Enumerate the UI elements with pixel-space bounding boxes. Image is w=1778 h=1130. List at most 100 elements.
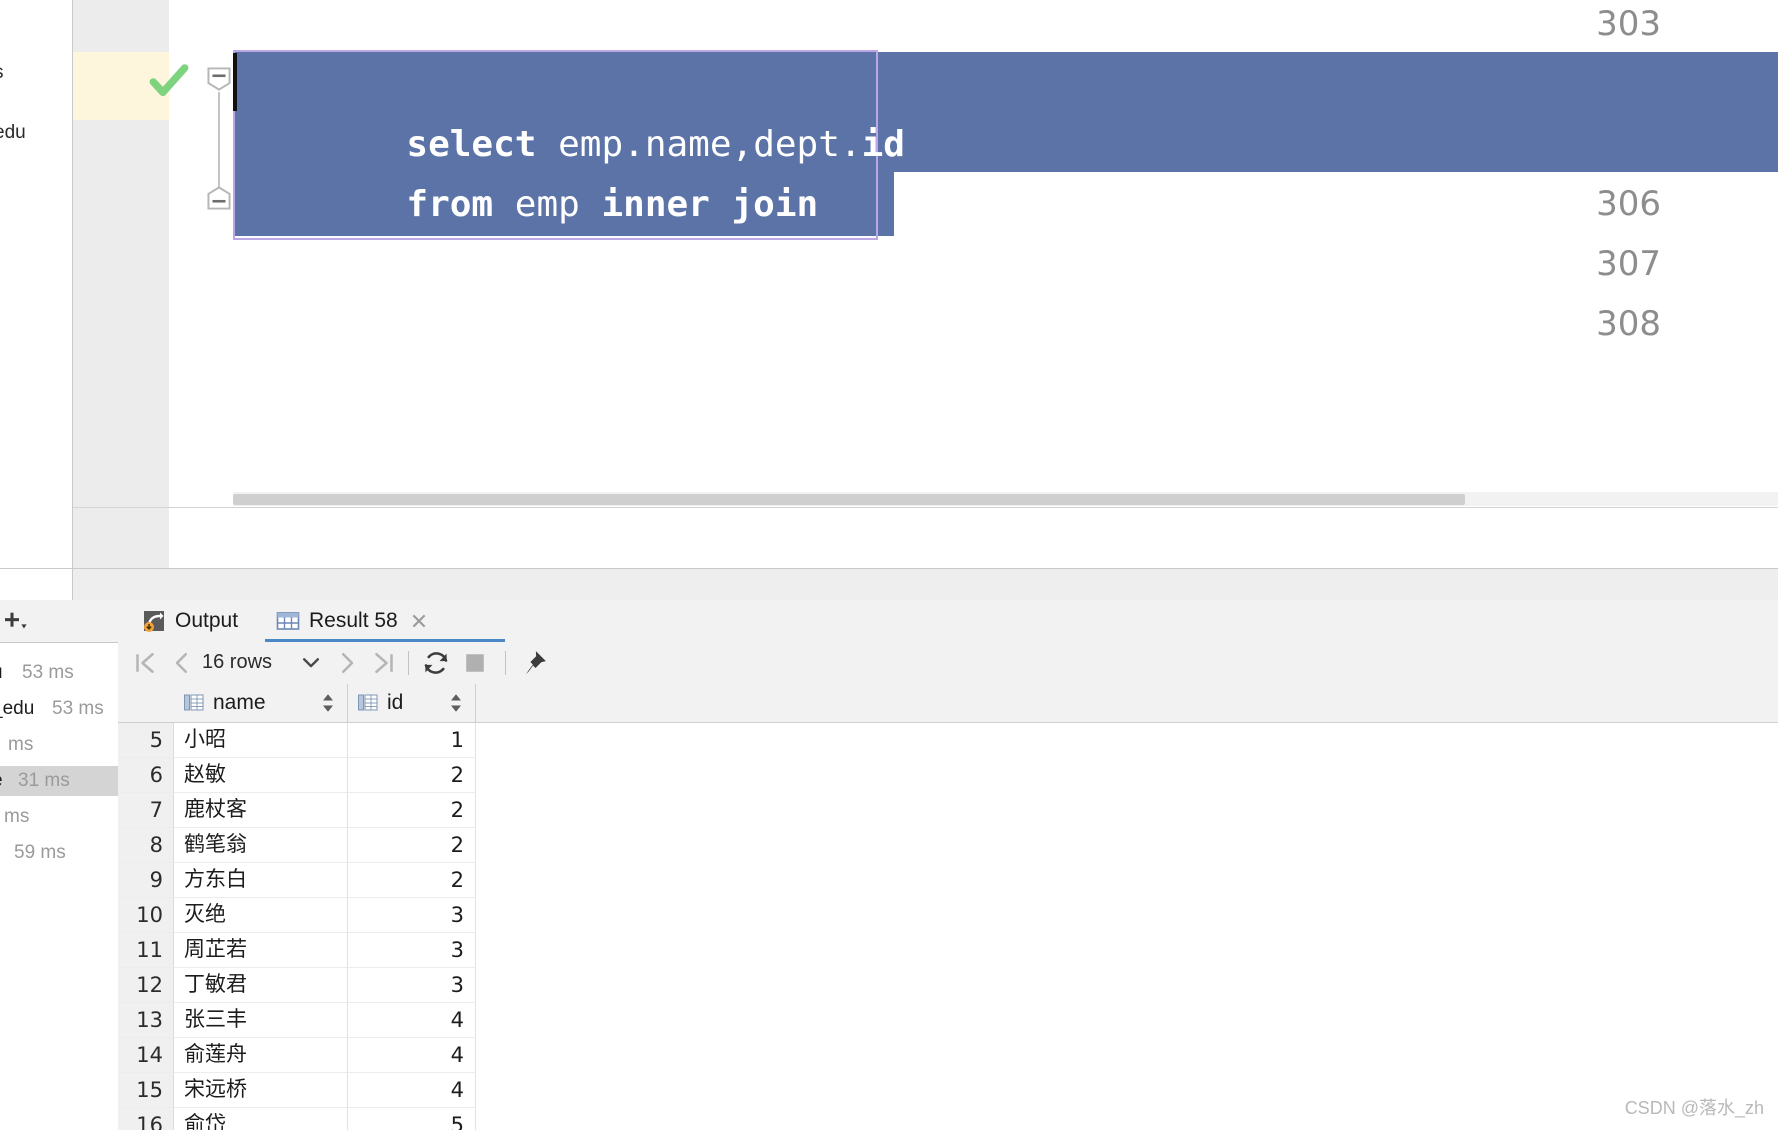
- cell-name[interactable]: 鹤笔翁: [174, 828, 348, 863]
- column-header-name[interactable]: name: [174, 684, 348, 722]
- next-page-icon[interactable]: [332, 648, 362, 678]
- sliver-fragment-1: s: [0, 62, 4, 84]
- close-icon[interactable]: [410, 612, 428, 630]
- toolbar-separator-1: [408, 651, 409, 675]
- row-number: 11: [118, 933, 174, 968]
- pin-icon[interactable]: [519, 648, 549, 678]
- row-number: 14: [118, 1038, 174, 1073]
- sql-identifier-dept: dept: [406, 244, 515, 285]
- result-grid[interactable]: name id 5 小昭 1 6 赵敏 2 7 鹿杖客 2 8 鹤笔翁 2 9 …: [118, 684, 1778, 1130]
- cell-id[interactable]: 2: [348, 828, 476, 863]
- result-grid-toolbar: 16 rows: [118, 642, 1778, 685]
- cell-id[interactable]: 2: [348, 793, 476, 828]
- cell-id[interactable]: 5: [348, 1108, 476, 1130]
- row-number: 13: [118, 1003, 174, 1038]
- history-item-time-5: 59 ms: [14, 842, 66, 863]
- history-item-1[interactable]: _edu 53 ms: [0, 694, 118, 724]
- editor-hscroll-thumb[interactable]: [233, 494, 1465, 505]
- column-icon: [358, 694, 378, 711]
- splitter-left-gap: [0, 569, 73, 600]
- history-item-name-0: u: [0, 662, 3, 684]
- sql-operator-equals: = dept.: [818, 244, 992, 285]
- refresh-icon[interactable]: [421, 648, 451, 678]
- datagrip-sql-console: r s edu 303 304 305 306 307 308: [0, 0, 1778, 1130]
- output-icon: [144, 611, 164, 632]
- history-item-0[interactable]: u 53 ms: [0, 658, 118, 688]
- tab-output-label: Output: [175, 609, 239, 632]
- sql-keyword-on: on: [514, 244, 559, 285]
- result-tabs-row: Output Result 58: [118, 600, 1778, 642]
- cell-id[interactable]: 4: [348, 1038, 476, 1073]
- fold-collapse-icon-top[interactable]: [206, 66, 232, 92]
- history-item-time-0: 53 ms: [22, 662, 74, 683]
- cell-id[interactable]: 1: [348, 723, 476, 758]
- last-page-icon[interactable]: [369, 648, 399, 678]
- sort-arrows-icon[interactable]: [321, 693, 335, 713]
- history-item-time-2: ms: [8, 734, 34, 755]
- cell-name[interactable]: 周芷若: [174, 933, 348, 968]
- column-icon: [184, 694, 204, 711]
- prev-page-icon[interactable]: [167, 648, 197, 678]
- fold-collapse-icon-bottom[interactable]: [206, 185, 232, 211]
- code-line-3: dept on emp.dept_id = dept.id;: [233, 175, 1056, 355]
- green-check-icon[interactable]: [148, 60, 190, 102]
- sql-keyword-id-2: id: [991, 244, 1035, 285]
- row-number: 5: [118, 723, 174, 758]
- row-number: 16: [118, 1108, 174, 1130]
- row-number: 12: [118, 968, 174, 1003]
- editor-horizontal-scrollbar[interactable]: [233, 492, 1778, 506]
- row-number: 15: [118, 1073, 174, 1108]
- cell-name[interactable]: 俞岱: [174, 1108, 348, 1130]
- history-item-3[interactable]: e 31 ms: [0, 766, 118, 796]
- row-count-label[interactable]: 16 rows: [202, 651, 272, 674]
- sql-identifier-emp-2: emp.: [558, 244, 667, 285]
- cell-name[interactable]: 丁敏君: [174, 968, 348, 1003]
- code-text-area[interactable]: select emp.name,dept.id from emp inner j…: [233, 0, 1778, 568]
- editor-bottom-edge: [73, 507, 1778, 508]
- cell-name[interactable]: 俞莲舟: [174, 1038, 348, 1073]
- cell-name[interactable]: 赵敏: [174, 758, 348, 793]
- services-panel: u 53 ms _edu 53 ms ms e 31 ms ms r 59 ms: [0, 600, 1778, 1130]
- cell-name[interactable]: 鹿杖客: [174, 793, 348, 828]
- cell-id[interactable]: 2: [348, 758, 476, 793]
- history-item-name-3: e: [0, 770, 3, 792]
- cell-id[interactable]: 4: [348, 1073, 476, 1108]
- cell-name[interactable]: 宋远桥: [174, 1073, 348, 1108]
- tab-result-58-label: Result 58: [309, 609, 398, 632]
- stop-icon[interactable]: [460, 648, 490, 678]
- cell-id[interactable]: 4: [348, 1003, 476, 1038]
- row-number: 8: [118, 828, 174, 863]
- cell-id[interactable]: 3: [348, 968, 476, 1003]
- row-number: 10: [118, 898, 174, 933]
- chevron-down-icon[interactable]: [300, 651, 322, 673]
- history-item-5[interactable]: r 59 ms: [0, 838, 118, 868]
- history-item-name-1: _edu: [0, 698, 35, 719]
- tab-result-58[interactable]: Result 58: [270, 600, 434, 642]
- table-icon: [276, 612, 300, 630]
- grid-corner-cell: [118, 684, 175, 722]
- cell-name[interactable]: 方东白: [174, 863, 348, 898]
- cell-id[interactable]: 3: [348, 933, 476, 968]
- history-toolbar: [0, 600, 118, 643]
- history-item-2[interactable]: ms: [0, 730, 118, 760]
- history-item-time-3: 31 ms: [18, 770, 70, 791]
- sql-keyword-id-1: id: [861, 124, 905, 165]
- column-header-id[interactable]: id: [348, 684, 476, 722]
- column-header-id-label: id: [387, 691, 404, 714]
- grid-header-row: name id: [118, 684, 1778, 723]
- cell-name[interactable]: 小昭: [174, 723, 348, 758]
- cell-name[interactable]: 灭绝: [174, 898, 348, 933]
- tab-output[interactable]: Output: [136, 600, 244, 642]
- cell-id[interactable]: 2: [348, 863, 476, 898]
- sort-arrows-icon[interactable]: [449, 693, 463, 713]
- sql-editor-region: r s edu 303 304 305 306 307 308: [0, 0, 1778, 568]
- history-item-4[interactable]: ms: [0, 802, 118, 832]
- sliver-fragment-2: edu: [0, 122, 26, 143]
- add-button-with-dropdown[interactable]: [2, 608, 36, 636]
- cell-name[interactable]: 张三丰: [174, 1003, 348, 1038]
- column-header-name-label: name: [213, 691, 266, 714]
- first-page-icon[interactable]: [130, 648, 160, 678]
- row-number: 7: [118, 793, 174, 828]
- cell-id[interactable]: 3: [348, 898, 476, 933]
- panel-splitter[interactable]: [0, 568, 1778, 602]
